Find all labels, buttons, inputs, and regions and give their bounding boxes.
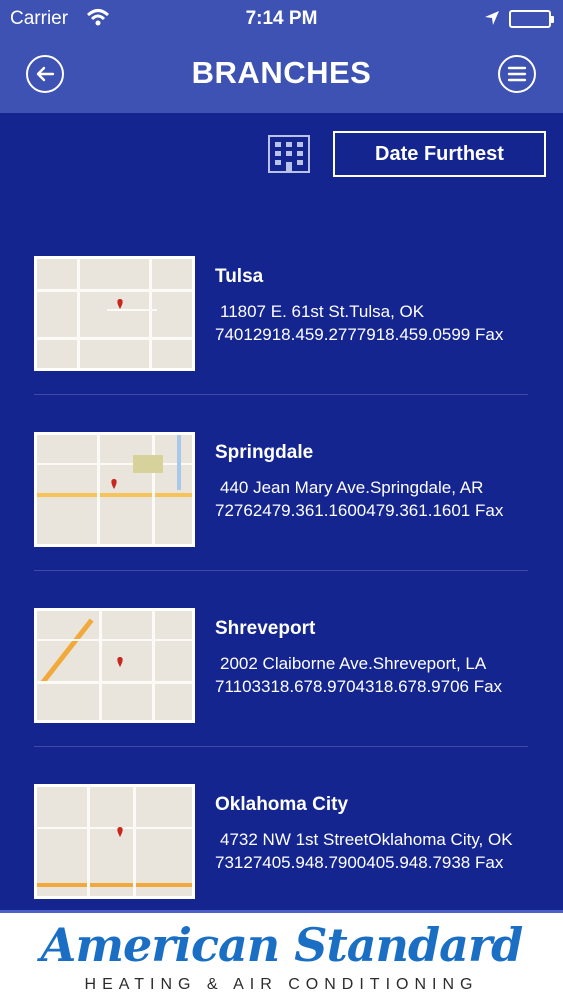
sort-button[interactable]: Date Furthest [333, 131, 546, 177]
branch-address: 2002 Claiborne Ave.Shreveport, LA [220, 654, 487, 673]
map-thumbnail[interactable] [34, 608, 195, 723]
branch-address: 11807 E. 61st St.Tulsa, OK [220, 302, 425, 321]
brand-logo-name: American Standard [40, 918, 524, 972]
battery-icon [509, 10, 554, 28]
brand-footer: American Standard HEATING & AIR CONDITIO… [0, 910, 563, 1000]
map-thumbnail[interactable] [34, 432, 195, 547]
status-bar: Carrier 7:14 PM [0, 0, 563, 38]
branch-name: Shreveport [215, 618, 316, 639]
branch-address: 4732 NW 1st StreetOklahoma City, OK [220, 830, 513, 849]
divider [34, 394, 528, 395]
branch-name: Tulsa [215, 266, 264, 287]
building-icon[interactable] [266, 133, 312, 175]
map-pin-icon [117, 827, 123, 837]
divider [34, 570, 528, 571]
map-thumbnail[interactable] [34, 784, 195, 899]
clock: 7:14 PM [245, 8, 318, 29]
branch-contact: 73127405.948.7900405.948.7938 Fax [215, 853, 504, 872]
map-thumbnail[interactable] [34, 256, 195, 371]
hamburger-menu-icon [507, 66, 527, 82]
map-pin-icon [117, 299, 123, 309]
branch-contact: 72762479.361.1600479.361.1601 Fax [215, 501, 504, 520]
page-title: BRANCHES [191, 55, 372, 90]
branch-item-shreveport[interactable]: Shreveport 2002 Claiborne Ave.Shreveport… [0, 608, 563, 784]
footer-top-border [0, 910, 563, 913]
branch-address: 440 Jean Mary Ave.Springdale, AR [220, 478, 484, 497]
map-pin-icon [111, 479, 117, 489]
branch-contact: 74012918.459.2777918.459.0599 Fax [215, 325, 504, 344]
branch-item-springdale[interactable]: Springdale 440 Jean Mary Ave.Springdale,… [0, 432, 563, 608]
branch-item-tulsa[interactable]: Tulsa 11807 E. 61st St.Tulsa, OK 7401291… [0, 256, 563, 432]
branch-name: Springdale [215, 442, 314, 463]
branch-name: Oklahoma City [215, 794, 349, 815]
location-arrow-icon [484, 10, 500, 31]
nav-header: BRANCHES [0, 38, 563, 113]
branch-contact: 71103318.678.9704318.678.9706 Fax [215, 677, 503, 696]
menu-button[interactable] [498, 55, 536, 93]
divider [34, 746, 528, 747]
brand-logo-tagline: HEATING & AIR CONDITIONING [84, 976, 479, 993]
map-pin-icon [117, 657, 123, 667]
